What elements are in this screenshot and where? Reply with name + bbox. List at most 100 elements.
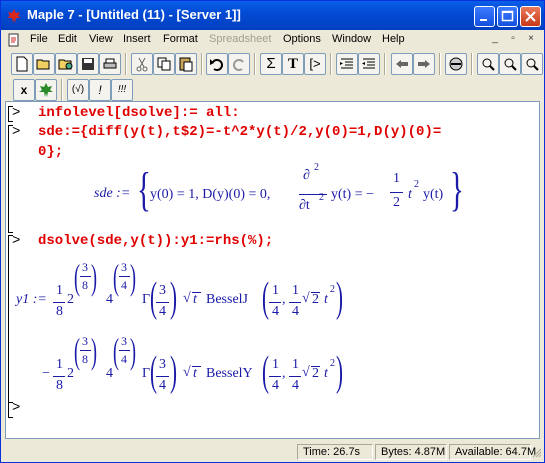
sqrt-toggle-button[interactable]: (√) (67, 79, 89, 101)
bessel-arg1-den: 4 (272, 304, 279, 319)
indent-icon[interactable] (336, 53, 358, 75)
input-line-sde-cont[interactable]: 0}; (38, 144, 63, 160)
sqrt-symbol: √ (183, 291, 191, 306)
new-icon[interactable] (11, 53, 33, 75)
gamma-numerator: 3 (159, 283, 166, 298)
exponent-three-eighths: ( 3 8 ) (74, 257, 97, 297)
open-url-icon[interactable] (55, 53, 77, 75)
exponent-three-quarters: ( 3 4 ) (113, 331, 136, 371)
maple-leaf-icon[interactable] (35, 79, 57, 101)
maple-input-icon[interactable]: [> (304, 53, 326, 75)
y-of-t: y(t) (423, 187, 444, 202)
execute-button[interactable]: ! (89, 79, 111, 101)
toolbar-separator (384, 53, 386, 75)
bessel-arg2-bar (289, 376, 301, 377)
coef-denominator: 8 (56, 378, 63, 393)
group-bracket[interactable] (8, 125, 13, 233)
menu-view[interactable]: View (89, 33, 113, 45)
print-icon[interactable] (99, 53, 121, 75)
resize-grip-icon[interactable] (532, 448, 542, 458)
bessel-arg2-num: 1 (292, 357, 299, 372)
menu-insert[interactable]: Insert (123, 33, 151, 45)
outdent-icon[interactable] (358, 53, 380, 75)
gamma-denominator: 4 (159, 304, 166, 319)
menu-edit[interactable]: Edit (58, 33, 77, 45)
base-two: 2 (67, 292, 74, 307)
undo-icon[interactable] (206, 53, 228, 75)
bessel-arg1-num: 1 (272, 283, 279, 298)
half-fraction-bar (390, 192, 403, 193)
bessel-paren-close: ) (336, 275, 343, 321)
toolbar-separator (439, 53, 441, 75)
bessel-arg1-bar (269, 302, 281, 303)
context-toolbar: x (√) ! !!! (1, 78, 544, 101)
sqrt-t: t (193, 366, 197, 381)
coef-numerator: 1 (56, 283, 63, 298)
y-t-equals: y(t) = − (331, 187, 375, 202)
forward-arrow-icon[interactable] (413, 53, 435, 75)
zoom-out-icon[interactable] (499, 53, 521, 75)
menu-help[interactable]: Help (382, 33, 405, 45)
doc-restore-button[interactable]: ▫ (505, 32, 521, 46)
base-four: 4 (106, 292, 113, 307)
output-y1-line1: y1 := 1 8 2 ( 3 8 ) 4 ( 3 4 ) Γ ( 3 4) … (16, 252, 416, 332)
zoom-icon[interactable] (521, 53, 543, 75)
input-line-infolevel[interactable]: infolevel[dsolve]:= all: (38, 105, 240, 121)
sqrt-t: t (193, 292, 197, 307)
back-arrow-icon[interactable] (391, 53, 413, 75)
close-button[interactable] (520, 6, 541, 27)
half-denominator: 2 (393, 195, 400, 210)
menu-spreadsheet[interactable]: Spreadsheet (209, 33, 271, 45)
toolbar-separator (330, 53, 332, 75)
copy-icon[interactable] (153, 53, 175, 75)
empty-prompt[interactable]: > (12, 400, 20, 416)
text-mode-icon[interactable]: T (282, 53, 304, 75)
document-icon[interactable] (7, 33, 21, 47)
maple-window: Maple 7 - [Untitled (11) - [Server 1]] F… (0, 0, 545, 463)
bessel-y: BesselY (206, 366, 253, 381)
redo-icon[interactable] (228, 53, 250, 75)
comma: , (282, 366, 286, 381)
execute-all-button[interactable]: !!! (111, 79, 133, 101)
t-exp: 2 (330, 284, 335, 295)
base-two: 2 (67, 366, 74, 381)
menu-file[interactable]: File (30, 33, 48, 45)
brace-close: } (450, 163, 464, 216)
sqrt-symbol: √ (183, 365, 191, 380)
sqrt-symbol: √ (302, 291, 310, 306)
sigma-icon[interactable]: Σ (260, 53, 282, 75)
save-icon[interactable] (77, 53, 99, 75)
input-line-sde[interactable]: sde:={diff(y(t),t$2)=-t^2*y(t)/2,y(0)=1,… (38, 124, 441, 140)
y1-lhs: y1 := (16, 292, 47, 307)
open-icon[interactable] (33, 53, 55, 75)
doc-close-button[interactable]: × (523, 32, 539, 46)
toolbar-separator (125, 53, 127, 75)
menu-format[interactable]: Format (163, 33, 198, 45)
base-four: 4 (106, 366, 113, 381)
cut-icon[interactable] (131, 53, 153, 75)
worksheet[interactable]: > infolevel[dsolve]:= all: > sde:={diff(… (5, 101, 540, 439)
deriv-num-exp: 2 (314, 162, 319, 173)
zoom-in-icon[interactable] (477, 53, 499, 75)
doc-minimize-button[interactable]: _ (487, 32, 503, 46)
title-bar[interactable]: Maple 7 - [Untitled (11) - [Server 1]] (1, 1, 544, 30)
coef-numerator: 1 (56, 357, 63, 372)
minus-sign: − (42, 366, 50, 381)
minimize-button[interactable] (474, 6, 495, 27)
bessel-arg1-num: 1 (272, 357, 279, 372)
bessel-arg1-den: 4 (272, 378, 279, 393)
status-bar: Time: 26.7s Bytes: 4.87M Available: 64.7… (1, 442, 544, 462)
group-bracket[interactable] (8, 235, 13, 403)
bessel-arg1-bar (269, 376, 281, 377)
maximize-button[interactable] (497, 6, 518, 27)
input-line-dsolve[interactable]: dsolve(sde,y(t)):y1:=rhs(%); (38, 233, 273, 249)
output-y1-line2: − 1 8 2 ( 3 8 ) 4 ( 3 4 ) Γ ( 3 4) √ t … (36, 326, 436, 402)
evaluate-x-button[interactable]: x (13, 79, 35, 101)
gamma-paren-close: ) (170, 349, 177, 395)
coef-fraction-bar (53, 302, 65, 303)
menu-options[interactable]: Options (283, 33, 321, 45)
menu-window[interactable]: Window (332, 33, 371, 45)
paste-icon[interactable] (175, 53, 197, 75)
stop-icon[interactable] (445, 53, 467, 75)
gamma-symbol: Γ (142, 366, 151, 381)
